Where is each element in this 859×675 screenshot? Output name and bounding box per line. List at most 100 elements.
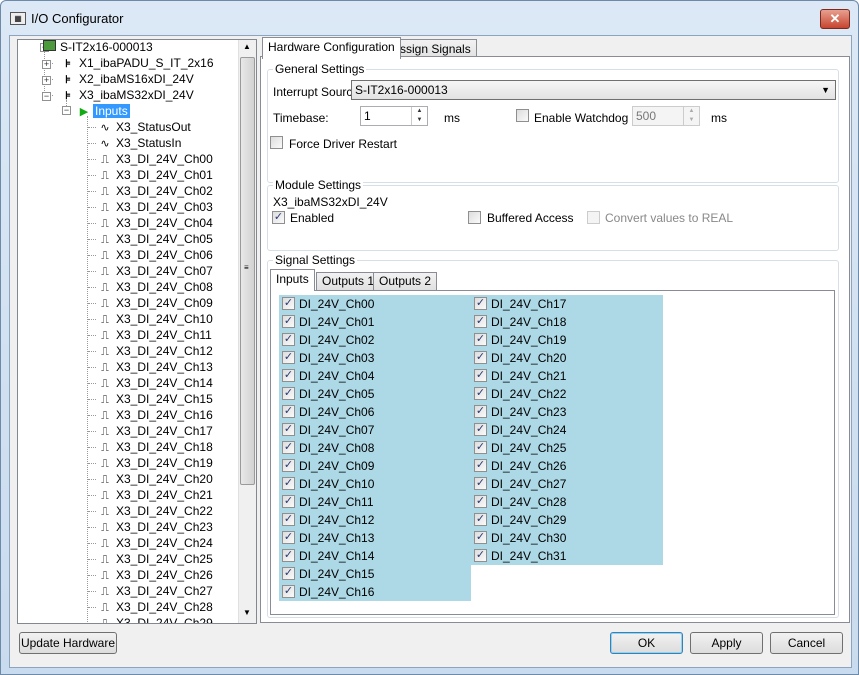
tree-item-signal[interactable]: ⎍ X3_DI_24V_Ch27 [96, 583, 215, 599]
convert-real-checkbox[interactable] [587, 211, 600, 224]
signal-checkbox[interactable]: ✓ [474, 513, 487, 526]
signal-item[interactable]: ✓ DI_24V_Ch15 [279, 565, 471, 583]
signal-item[interactable]: ✓ DI_24V_Ch06 [279, 403, 471, 421]
tree-item-signal[interactable]: ⎍ X3_DI_24V_Ch21 [96, 487, 215, 503]
tab-inputs[interactable]: Inputs [270, 269, 315, 291]
signal-item[interactable]: ✓ DI_24V_Ch22 [471, 385, 663, 403]
cancel-button[interactable]: Cancel [770, 632, 843, 654]
tree-item-signal[interactable]: ⎍ X3_DI_24V_Ch25 [96, 551, 215, 567]
signal-checkbox[interactable]: ✓ [282, 405, 295, 418]
signal-item[interactable]: ✓ DI_24V_Ch26 [471, 457, 663, 475]
tree-item-signal[interactable]: ⎍ X3_DI_24V_Ch01 [96, 167, 215, 183]
tree-item-signal[interactable]: ⎍ X3_DI_24V_Ch08 [96, 279, 215, 295]
signal-item[interactable]: ✓ DI_24V_Ch02 [279, 331, 471, 349]
tree-item-signal[interactable]: ⎍ X3_DI_24V_Ch11 [96, 327, 214, 343]
signal-item[interactable]: ✓ DI_24V_Ch16 [279, 583, 471, 601]
tree-item-signal[interactable]: ⎍ X3_DI_24V_Ch20 [96, 471, 215, 487]
module-toggle[interactable]: − [42, 92, 51, 101]
module-toggle[interactable]: + [42, 60, 51, 69]
signal-item[interactable]: ✓ DI_24V_Ch00 [279, 295, 471, 313]
tree-item-module[interactable]: ⊧ X3_ibaMS32xDI_24V [59, 87, 196, 103]
signal-checkbox[interactable]: ✓ [282, 495, 295, 508]
scroll-down-icon[interactable]: ▼ [243, 608, 251, 617]
signal-checkbox[interactable]: ✓ [474, 531, 487, 544]
tree-item-module[interactable]: ⊧ X1_ibaPADU_S_IT_2x16 [59, 55, 216, 71]
signal-checkbox[interactable]: ✓ [282, 585, 295, 598]
signal-checkbox[interactable]: ✓ [282, 423, 295, 436]
tree-item-signal[interactable]: ⎍ X3_DI_24V_Ch22 [96, 503, 215, 519]
signal-checkbox[interactable]: ✓ [474, 387, 487, 400]
signal-item[interactable]: ✓ DI_24V_Ch17 [471, 295, 663, 313]
signal-checkbox[interactable]: ✓ [282, 369, 295, 382]
tree-item-signal[interactable]: ⎍ X3_DI_24V_Ch06 [96, 247, 215, 263]
signal-checkbox[interactable]: ✓ [474, 549, 487, 562]
signal-item[interactable]: ✓ DI_24V_Ch12 [279, 511, 471, 529]
signal-checkbox[interactable]: ✓ [474, 297, 487, 310]
signal-checkbox[interactable]: ✓ [282, 441, 295, 454]
scroll-up-icon[interactable]: ▲ [243, 42, 251, 51]
signal-item[interactable]: ✓ DI_24V_Ch30 [471, 529, 663, 547]
tree-item-signal[interactable]: ∿ X3_StatusIn [96, 135, 183, 151]
signal-checkbox[interactable]: ✓ [282, 513, 295, 526]
watchdog-input[interactable]: 500 ▲ ▼ [632, 106, 700, 126]
signal-item[interactable]: ✓ DI_24V_Ch13 [279, 529, 471, 547]
signal-item[interactable]: ✓ DI_24V_Ch28 [471, 493, 663, 511]
enable-watchdog-checkbox[interactable] [516, 109, 529, 122]
force-driver-restart-checkbox[interactable] [270, 136, 283, 149]
tree-item-signal[interactable]: ⎍ X3_DI_24V_Ch24 [96, 535, 215, 551]
signal-checkbox[interactable]: ✓ [474, 477, 487, 490]
signal-item[interactable]: ✓ DI_24V_Ch10 [279, 475, 471, 493]
signal-checkbox[interactable]: ✓ [474, 423, 487, 436]
signal-item[interactable]: ✓ DI_24V_Ch24 [471, 421, 663, 439]
close-button[interactable]: ✕ [820, 9, 850, 29]
tree-item-signal[interactable]: ⎍ X3_DI_24V_Ch07 [96, 263, 215, 279]
signal-item[interactable]: ✓ DI_24V_Ch04 [279, 367, 471, 385]
signal-item[interactable]: ✓ DI_24V_Ch14 [279, 547, 471, 565]
collapse-inputs-toggle[interactable]: − [62, 106, 71, 115]
tab-outputs-2[interactable]: Outputs 2 [373, 272, 438, 290]
signal-checkbox[interactable]: ✓ [282, 459, 295, 472]
signal-checkbox[interactable]: ✓ [282, 477, 295, 490]
signal-item[interactable]: ✓ DI_24V_Ch03 [279, 349, 471, 367]
signal-checkbox[interactable]: ✓ [474, 333, 487, 346]
tree-item-signal[interactable]: ⎍ X3_DI_24V_Ch29 [96, 615, 215, 623]
tree-item-signal[interactable]: ⎍ X3_DI_24V_Ch17 [96, 423, 215, 439]
timebase-input[interactable]: 1 ▲ ▼ [360, 106, 428, 126]
signal-checkbox[interactable]: ✓ [282, 333, 295, 346]
buffered-access-checkbox[interactable] [468, 211, 481, 224]
signal-checkbox[interactable]: ✓ [282, 351, 295, 364]
signal-checkbox[interactable]: ✓ [282, 567, 295, 580]
signal-checkbox[interactable]: ✓ [474, 351, 487, 364]
tree-item-signal[interactable]: ⎍ X3_DI_24V_Ch12 [96, 343, 215, 359]
signal-item[interactable]: ✓ DI_24V_Ch07 [279, 421, 471, 439]
signal-item[interactable]: ✓ DI_24V_Ch18 [471, 313, 663, 331]
signal-item[interactable]: ✓ DI_24V_Ch29 [471, 511, 663, 529]
enabled-checkbox[interactable]: ✓ [272, 211, 285, 224]
tree-item-module[interactable]: ⊧ X2_ibaMS16xDI_24V [59, 71, 196, 87]
tree-item-signal[interactable]: ⎍ X3_DI_24V_Ch28 [96, 599, 215, 615]
signal-checkbox[interactable]: ✓ [282, 531, 295, 544]
tab-hardware-configuration[interactable]: Hardware Configuration [262, 37, 401, 59]
tree-item-signal[interactable]: ⎍ X3_DI_24V_Ch05 [96, 231, 215, 247]
device-tree[interactable]: − S-IT2x16-000013 + ⊧ X1_ibaPADU_S_IT_2x16 + ⊧… [17, 39, 257, 624]
tree-item-signal[interactable]: ⎍ X3_DI_24V_Ch18 [96, 439, 215, 455]
signal-item[interactable]: ✓ DI_24V_Ch05 [279, 385, 471, 403]
tree-item-signal[interactable]: ⎍ X3_DI_24V_Ch14 [96, 375, 215, 391]
tree-item-signal[interactable]: ⎍ X3_DI_24V_Ch15 [96, 391, 215, 407]
tree-item-signal[interactable]: ⎍ X3_DI_24V_Ch23 [96, 519, 215, 535]
tree-item-signal[interactable]: ⎍ X3_DI_24V_Ch00 [96, 151, 215, 167]
apply-button[interactable]: Apply [690, 632, 763, 654]
signal-item[interactable]: ✓ DI_24V_Ch09 [279, 457, 471, 475]
tree-item-signal[interactable]: ⎍ X3_DI_24V_Ch13 [96, 359, 215, 375]
timebase-spinner[interactable]: ▲ ▼ [411, 107, 427, 125]
tree-item-signal[interactable]: ⎍ X3_DI_24V_Ch03 [96, 199, 215, 215]
signal-item[interactable]: ✓ DI_24V_Ch19 [471, 331, 663, 349]
signal-checkbox[interactable]: ✓ [474, 441, 487, 454]
signal-item[interactable]: ✓ DI_24V_Ch11 [279, 493, 471, 511]
signal-item[interactable]: ✓ DI_24V_Ch01 [279, 313, 471, 331]
ok-button[interactable]: OK [610, 632, 683, 654]
signal-checkbox[interactable]: ✓ [474, 405, 487, 418]
signal-checkbox[interactable]: ✓ [282, 297, 295, 310]
signal-item[interactable]: ✓ DI_24V_Ch21 [471, 367, 663, 385]
tree-item-signal[interactable]: ⎍ X3_DI_24V_Ch09 [96, 295, 215, 311]
